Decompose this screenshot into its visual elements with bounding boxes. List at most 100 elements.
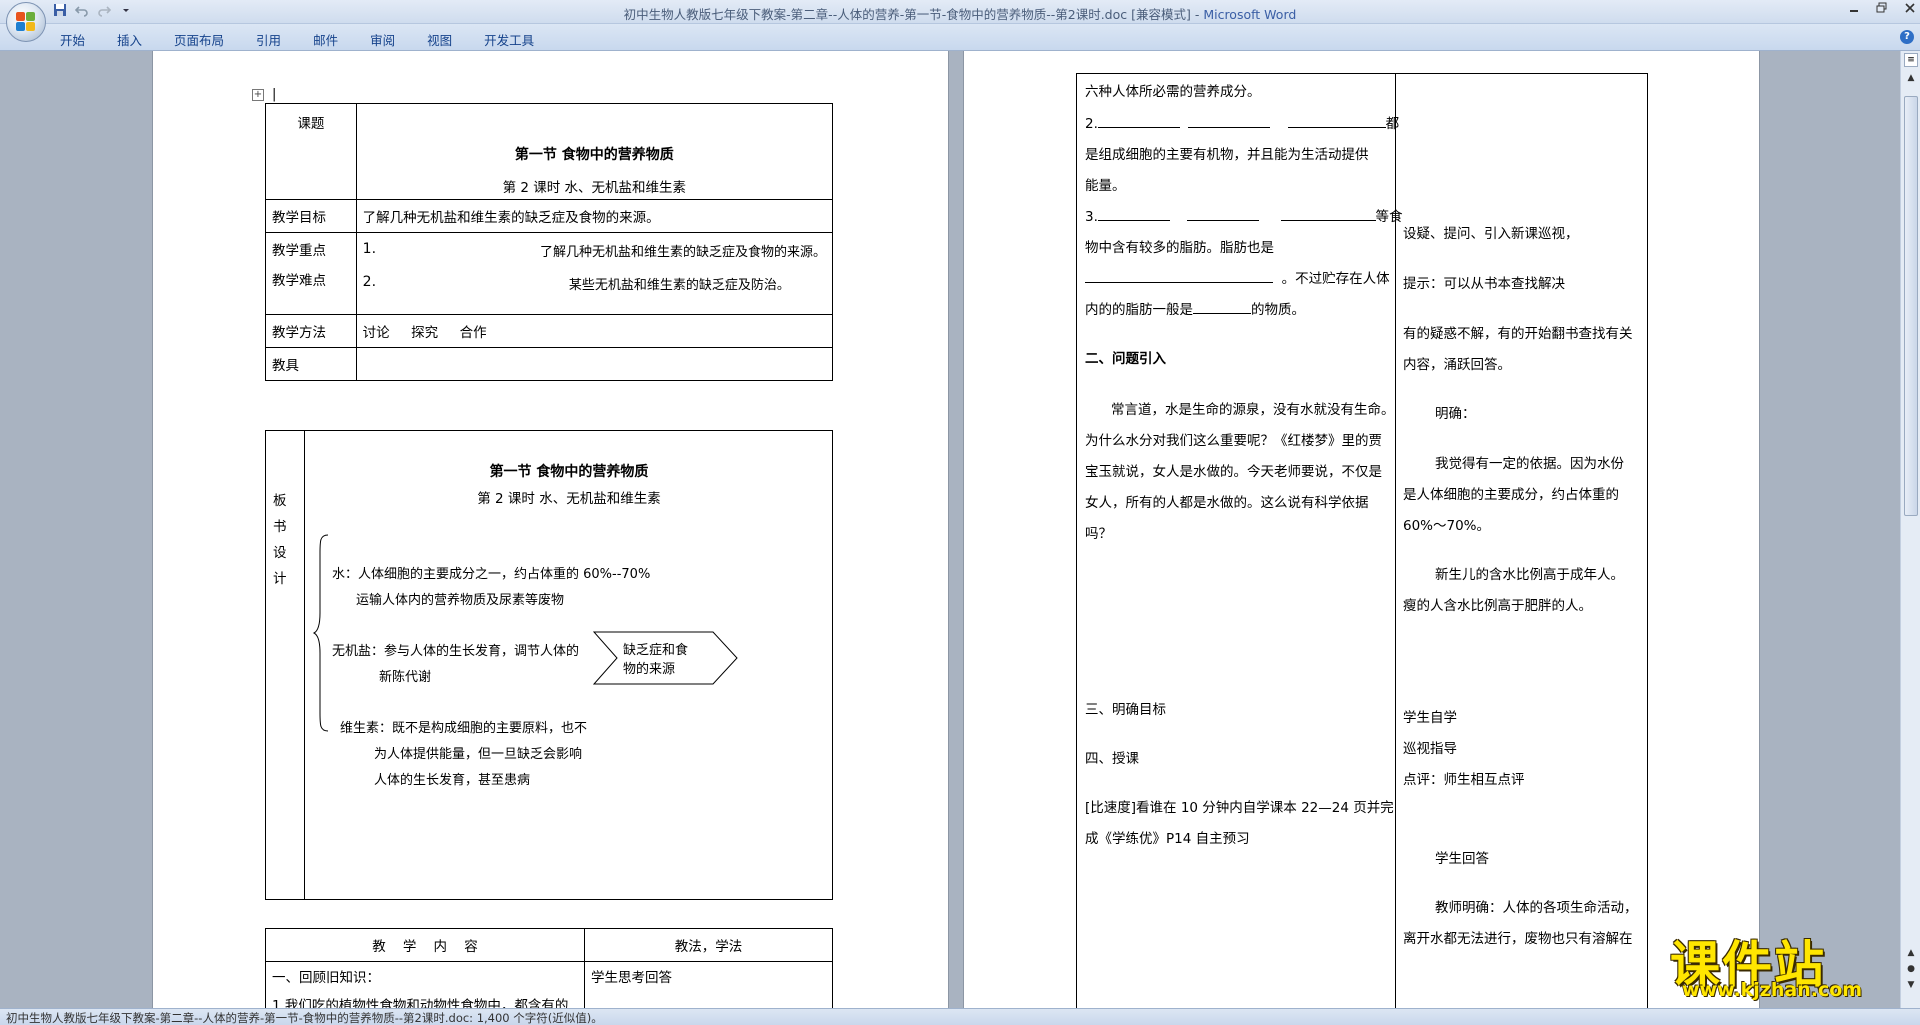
p2-left-para-4: 女人，所有的人都是水做的。这么说有科学依据 — [1085, 495, 1369, 511]
help-icon[interactable]: ? — [1900, 30, 1914, 44]
board-vitamin-line-2: 为人体提供能量，但一旦缺乏会影响 — [374, 747, 583, 762]
ribbon-tab-6[interactable]: 审阅 — [370, 30, 413, 49]
restore-icon[interactable] — [1876, 2, 1888, 17]
document-page-1[interactable]: + | 课题 第一节 食物中的营养物质 第 2 课时 水、无机盐和维生素 教学目… — [152, 51, 949, 1008]
close-icon[interactable] — [1904, 2, 1916, 17]
p2-left-word-2: 都 — [1385, 116, 1400, 132]
p2-left-para-5: 吗？ — [1085, 526, 1112, 542]
undo-icon[interactable] — [74, 3, 90, 19]
p2-left-blank-line-2: 2. 都 — [1085, 112, 1399, 132]
page2-content-table: 六种人体所必需的营养成分。 2. 都 是组成细胞的主要有机物，并且能为生活动提供… — [1076, 73, 1648, 1008]
topic-title: 第一节 食物中的营养物质 — [514, 147, 674, 163]
board-title: 第一节 食物中的营养物质 — [489, 464, 649, 480]
vertical-scrollbar[interactable]: ≡ ▲ ▲ ● ▼ — [1900, 51, 1920, 1008]
ribbon-tab-2[interactable]: 插入 — [117, 30, 160, 49]
ribbon-tab-7[interactable]: 视图 — [427, 30, 470, 49]
cell-key-points-value: 1. 了解几种无机盐和维生素的缺乏症及食物的来源。 2. 某些无机盐和维生素的缺… — [355, 232, 834, 315]
p2-left-blank-line-9: 内的的脂肪一般是 的物质。 — [1085, 298, 1305, 318]
curly-brace-icon — [312, 534, 329, 732]
board-char-4: 计 — [273, 571, 287, 587]
p2-left-num-3: 3. — [1085, 209, 1098, 225]
p2-right-line-3: 有的疑惑不解，有的开始翻书查找有关 — [1403, 326, 1633, 342]
p2-right-line-13: 点评：师生相互点评 — [1403, 772, 1525, 788]
p2-left-num-2: 2. — [1085, 116, 1098, 132]
p2-left-word-3: 等食 — [1375, 209, 1403, 225]
deficiency-arrow-box: 缺乏症和食 物的来源 — [593, 631, 739, 685]
method-label: 教学方法 — [265, 314, 357, 348]
board-vitamin-line-1: 维生素：既不是构成细胞的主要原料，也不 — [340, 721, 588, 736]
p2-left-para-1: 常言道，水是生命的源泉，没有水就没有生命。 — [1111, 402, 1395, 418]
goal-label: 教学目标 — [265, 199, 357, 233]
ribbon-tab-4[interactable]: 引用 — [256, 30, 299, 49]
tools-label: 教具 — [265, 347, 357, 381]
arrow-box-text-1: 缺乏症和食 — [623, 643, 689, 658]
p2-section-teach: 四、授课 — [1085, 751, 1139, 767]
topic-subtitle: 第 2 课时 水、无机盐和维生素 — [502, 180, 687, 196]
p2-left-line-7: 物中含有较多的脂肪。脂肪也是 — [1085, 240, 1274, 256]
topic-label: 课题 — [297, 116, 325, 132]
ribbon-tabs: 开始 插入 页面布局 引用 邮件 审阅 视图 开发工具 — [60, 30, 566, 49]
content-question-1: 1.我们吃的植物性食物和动物性食物中，都含有的 — [272, 998, 569, 1008]
ribbon-tab-3[interactable]: 页面布局 — [174, 30, 242, 49]
p2-left-word-10: 的物质。 — [1251, 302, 1305, 318]
board-char-2: 书 — [273, 519, 287, 535]
window-controls — [1848, 2, 1916, 17]
customize-icon[interactable] — [118, 3, 134, 19]
document-page-2[interactable]: 六种人体所必需的营养成分。 2. 都 是组成细胞的主要有机物，并且能为生活动提供… — [963, 51, 1760, 1008]
board-vitamin-line-3: 人体的生长发育，甚至患病 — [374, 773, 531, 788]
office-button[interactable] — [6, 2, 46, 42]
p2-left-line-3: 是组成细胞的主要有机物，并且能为生活动提供 — [1085, 147, 1369, 163]
p2-left-speed-2: 成《学练优》P14 自主预习 — [1085, 831, 1250, 847]
ribbon-tab-5[interactable]: 邮件 — [313, 30, 356, 49]
key-point-item-2: 2. 某些无机盐和维生素的缺乏症及防治。 — [363, 274, 826, 293]
p2-right-line-15: 教师明确：人体的各项生命活动， — [1435, 900, 1638, 916]
p2-section-question-intro: 二、问题引入 — [1085, 351, 1166, 367]
p2-left-blank-line-3: 3. 等食 — [1085, 205, 1403, 225]
difficulty-label: 教学难点 — [272, 273, 326, 289]
p2-right-line-16: 离开水都无法进行，废物也只有溶解在 — [1403, 931, 1633, 947]
p2-right-line-4: 内容，涌跃回答。 — [1403, 357, 1511, 373]
title-bar: 初中生物人教版七年级下教案-第二章--人体的营养-第一节-食物中的营养物质--第… — [0, 0, 1920, 24]
board-mineral-line-2: 新陈代谢 — [379, 670, 432, 685]
window-title: 初中生物人教版七年级下教案-第二章--人体的营养-第一节-食物中的营养物质--第… — [0, 4, 1920, 23]
p2-right-line-12: 巡视指导 — [1403, 741, 1457, 757]
window-title-app: Microsoft Word — [1203, 7, 1297, 22]
board-char-1: 板 — [273, 493, 287, 509]
key-point-item-1-num: 1. — [362, 241, 377, 257]
document-workspace: + | 课题 第一节 食物中的营养物质 第 2 课时 水、无机盐和维生素 教学目… — [0, 51, 1900, 1008]
view-ruler-icon[interactable]: ≡ — [1904, 53, 1918, 67]
key-point-item-2-text: 某些无机盐和维生素的缺乏症及防治。 — [568, 278, 790, 293]
p2-section-goals: 三、明确目标 — [1085, 702, 1166, 718]
board-mineral-line-1: 无机盐：参与人体的生长发育，调节人体的 — [332, 644, 580, 659]
minimize-icon[interactable] — [1848, 2, 1860, 17]
cell-topic-label: 课题 — [265, 103, 357, 200]
watermark-logo: 课件站 www.kjzhan.com — [1670, 925, 1910, 1005]
board-char-3: 设 — [273, 545, 287, 561]
text-cursor: | — [272, 87, 277, 102]
p2-left-para-3: 宝玉就说，女人是水做的。今天老师要说，不仅是 — [1085, 464, 1382, 480]
goal-value: 了解几种无机盐和维生素的缺乏症及食物的来源。 — [355, 199, 834, 233]
table-move-handle-icon[interactable]: + — [252, 89, 264, 101]
p2-right-line-7: 是人体细胞的主要成分，约占体重的 — [1403, 487, 1619, 503]
p2-right-line-11: 学生自学 — [1403, 710, 1457, 726]
ribbon-tab-8[interactable]: 开发工具 — [484, 30, 552, 49]
key-point-item-2-num: 2. — [362, 274, 377, 290]
p2-left-line-1: 六种人体所必需的营养成分。 — [1085, 84, 1261, 100]
p2-right-line-2: 提示：可以从书本查找解决 — [1403, 276, 1565, 292]
p2-right-line-9: 新生儿的含水比例高于成年人。 — [1435, 567, 1624, 583]
ribbon: 开始 插入 页面布局 引用 邮件 审阅 视图 开发工具 ? — [0, 24, 1920, 51]
scrollbar-thumb[interactable] — [1904, 96, 1918, 516]
method-header: 教法，学法 — [583, 928, 834, 962]
p2-right-line-1: 设疑、提问、引入新课巡视， — [1403, 226, 1579, 242]
redo-icon[interactable] — [96, 3, 112, 19]
lesson-info-table: 课题 第一节 食物中的营养物质 第 2 课时 水、无机盐和维生素 教学目标 了解… — [265, 103, 834, 381]
p2-right-line-6: 我觉得有一定的依据。因为水份 — [1435, 456, 1624, 472]
board-design-label-column: 板 书 设 计 — [266, 431, 305, 899]
office-logo-icon — [16, 12, 36, 32]
scroll-up-icon[interactable]: ▲ — [1904, 73, 1918, 87]
p2-left-line-4: 能量。 — [1085, 178, 1126, 194]
save-icon[interactable] — [52, 3, 68, 19]
p2-right-line-10: 瘦的人含水比例高于肥胖的人。 — [1403, 598, 1592, 614]
ribbon-tab-1[interactable]: 开始 — [60, 30, 103, 49]
board-subtitle: 第 2 课时 水、无机盐和维生素 — [477, 491, 661, 507]
